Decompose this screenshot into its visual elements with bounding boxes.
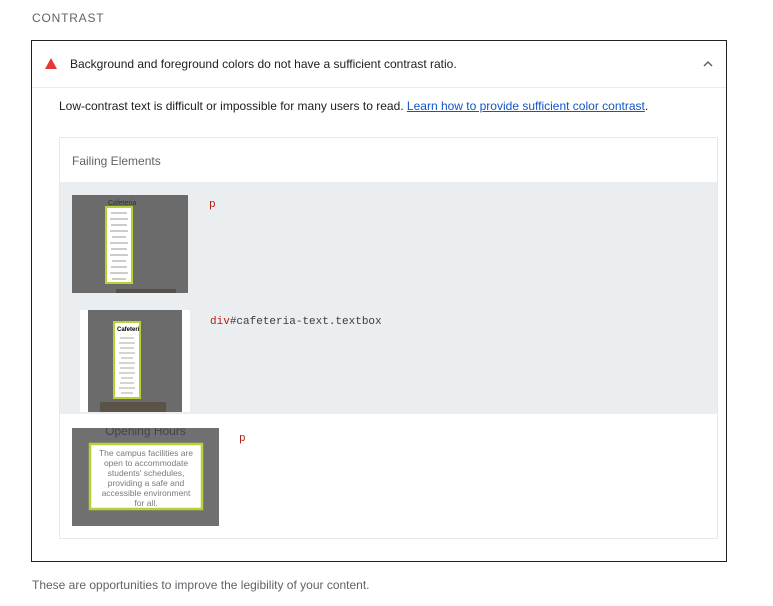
thumb-line: providing a safe and <box>108 478 185 488</box>
audit-title: Background and foreground colors do not … <box>70 57 457 71</box>
element-snippet: p <box>209 199 216 211</box>
thumb-line: The campus facilities are <box>99 448 193 458</box>
thumb-title: Opening Hours <box>105 428 186 438</box>
section-title: CONTRAST <box>32 11 105 25</box>
screenshot-image: Cafeteria <box>72 195 188 293</box>
table-row: Opening Hours The campus facilities are … <box>60 414 717 538</box>
description-end: . <box>644 99 649 113</box>
element-snippet: div#cafeteria-text.textbox <box>210 316 382 328</box>
thumb-line: open to accommodate <box>104 458 188 468</box>
fail-triangle-icon <box>45 58 57 69</box>
element-screenshot: Opening Hours The campus facilities are … <box>72 428 219 526</box>
chevron-up-icon[interactable] <box>702 59 714 69</box>
element-tag: p <box>239 433 246 445</box>
element-screenshot: Cafeteria <box>72 195 188 293</box>
screenshot-image: Cafeteri <box>80 310 190 412</box>
description-text: Low-contrast text is difficult or imposs… <box>59 99 407 113</box>
element-tag: div <box>210 316 230 328</box>
element-tag: p <box>209 199 216 211</box>
thumb-title: Cafeteria <box>108 200 137 207</box>
screenshot-image: Opening Hours The campus facilities are … <box>72 428 219 526</box>
thumb-line: for all. <box>134 498 157 508</box>
contrast-audit: Background and foreground colors do not … <box>31 40 727 562</box>
element-screenshot: Cafeteri <box>80 310 190 412</box>
thumb-line: students' schedules, <box>108 468 185 478</box>
table-row: Cafeteri div#cafeteria-text.textbox <box>60 298 717 414</box>
element-snippet: p <box>239 433 246 445</box>
learn-more-link[interactable]: Learn how to provide sufficient color co… <box>407 99 645 113</box>
audit-description: Low-contrast text is difficult or imposs… <box>59 99 648 113</box>
table-header: Failing Elements <box>60 138 717 182</box>
element-selector: #cafeteria-text.textbox <box>229 316 382 328</box>
audit-header[interactable]: Background and foreground colors do not … <box>32 41 726 88</box>
table-row: Cafeteria p <box>60 182 717 298</box>
table-header-label: Failing Elements <box>72 154 161 168</box>
thumb-line: accessible environment <box>102 488 191 498</box>
thumb-title: Cafeteri <box>117 327 140 333</box>
footer-note: These are opportunities to improve the l… <box>32 578 370 592</box>
failing-elements-table: Failing Elements Cafeteria p Cafeteri di… <box>59 137 718 539</box>
